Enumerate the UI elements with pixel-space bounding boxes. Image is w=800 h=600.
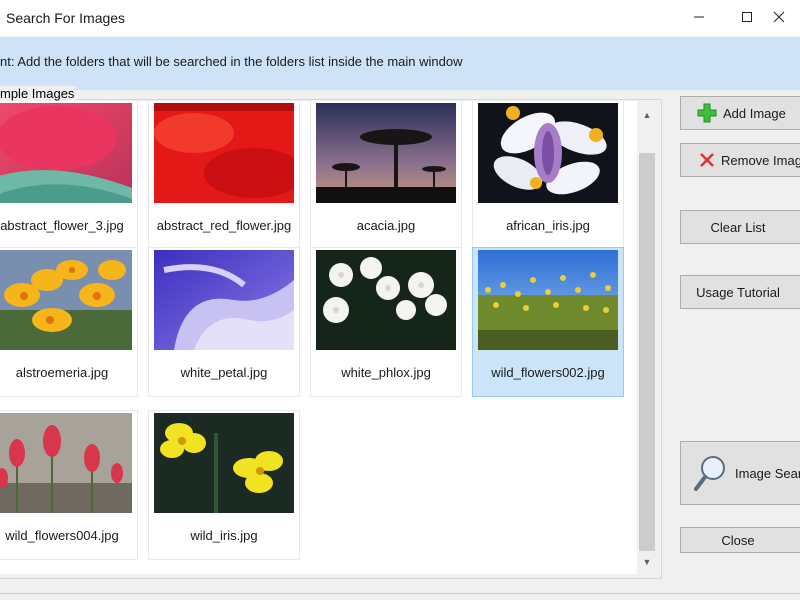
close-button[interactable]: Close bbox=[680, 527, 800, 553]
thumbnail-red-flower bbox=[154, 103, 294, 203]
image-item[interactable]: white_petal.jpg bbox=[148, 247, 300, 397]
image-caption: abstract_flower_3.jpg bbox=[0, 218, 124, 233]
maximize-icon bbox=[741, 11, 753, 26]
image-caption: abstract_red_flower.jpg bbox=[156, 218, 292, 233]
remove-image-label: Remove Image bbox=[721, 152, 800, 168]
image-search-button[interactable]: Image Search bbox=[680, 441, 800, 505]
image-search-label: Image Search bbox=[735, 465, 800, 481]
thumbnail-abstract-flower bbox=[0, 103, 132, 203]
window-title: Search For Images bbox=[6, 10, 126, 26]
image-caption: white_phlox.jpg bbox=[341, 365, 431, 380]
bottom-divider bbox=[0, 593, 800, 594]
title-bar: Search For Images bbox=[0, 0, 800, 36]
thumbnail-african-iris bbox=[478, 103, 618, 203]
plus-icon bbox=[697, 103, 717, 123]
image-item[interactable]: alstroemeria.jpg bbox=[0, 247, 138, 397]
close-label: Close bbox=[721, 532, 755, 548]
usage-tutorial-label: Usage Tutorial bbox=[696, 284, 780, 300]
remove-image-button[interactable]: Remove Image bbox=[680, 143, 800, 177]
image-caption: white_petal.jpg bbox=[180, 365, 268, 380]
gallery-scrollbar[interactable]: ▲ ▼ bbox=[637, 101, 657, 574]
clear-list-button[interactable]: Clear List bbox=[680, 210, 800, 244]
usage-tutorial-button[interactable]: Usage Tutorial bbox=[680, 275, 800, 309]
image-caption: wild_flowers004.jpg bbox=[5, 528, 119, 543]
scroll-down-arrow-icon[interactable]: ▼ bbox=[637, 552, 657, 572]
thumbnail-wild-flowers-004 bbox=[0, 413, 132, 513]
thumbnail-acacia bbox=[316, 103, 456, 203]
add-image-label: Add Image bbox=[723, 105, 786, 121]
thumbnail-white-petal bbox=[154, 250, 294, 350]
image-caption: alstroemeria.jpg bbox=[15, 365, 109, 380]
image-item[interactable]: abstract_red_flower.jpg bbox=[148, 101, 300, 250]
image-item[interactable]: white_phlox.jpg bbox=[310, 247, 462, 397]
scroll-up-arrow-icon[interactable]: ▲ bbox=[637, 105, 657, 125]
group-label: mple Images bbox=[0, 86, 77, 101]
image-item[interactable]: wild_iris.jpg bbox=[148, 410, 300, 560]
add-image-button[interactable]: Add Image bbox=[680, 96, 800, 130]
clear-list-label: Clear List bbox=[710, 219, 766, 235]
image-caption: acacia.jpg bbox=[356, 218, 416, 233]
magnifier-icon bbox=[693, 454, 727, 492]
hint-bar: nt: Add the folders that will be searche… bbox=[0, 37, 800, 90]
image-gallery[interactable]: abstract_flower_3.jpg abstract_red_flowe… bbox=[0, 101, 637, 574]
close-icon bbox=[773, 11, 785, 26]
image-item[interactable]: african_iris.jpg bbox=[472, 101, 624, 250]
minimize-button[interactable] bbox=[676, 0, 722, 36]
thumbnail-alstroemeria bbox=[0, 250, 132, 350]
image-caption: african_iris.jpg bbox=[506, 218, 590, 233]
image-item-selected[interactable]: wild_flowers002.jpg bbox=[472, 247, 624, 397]
thumbnail-wild-iris bbox=[154, 413, 294, 513]
image-caption: wild_iris.jpg bbox=[190, 528, 258, 543]
close-window-button[interactable] bbox=[756, 0, 800, 36]
image-item[interactable]: wild_flowers004.jpg bbox=[0, 410, 138, 560]
scrollbar-thumb[interactable] bbox=[639, 153, 655, 551]
image-caption: wild_flowers002.jpg bbox=[491, 365, 605, 380]
red-x-icon bbox=[699, 152, 715, 168]
hint-text: nt: Add the folders that will be searche… bbox=[0, 54, 463, 69]
thumbnail-wild-flowers-002 bbox=[478, 250, 618, 350]
image-item[interactable]: abstract_flower_3.jpg bbox=[0, 101, 138, 250]
image-item[interactable]: acacia.jpg bbox=[310, 101, 462, 250]
thumbnail-white-phlox bbox=[316, 250, 456, 350]
minimize-icon bbox=[693, 11, 705, 26]
